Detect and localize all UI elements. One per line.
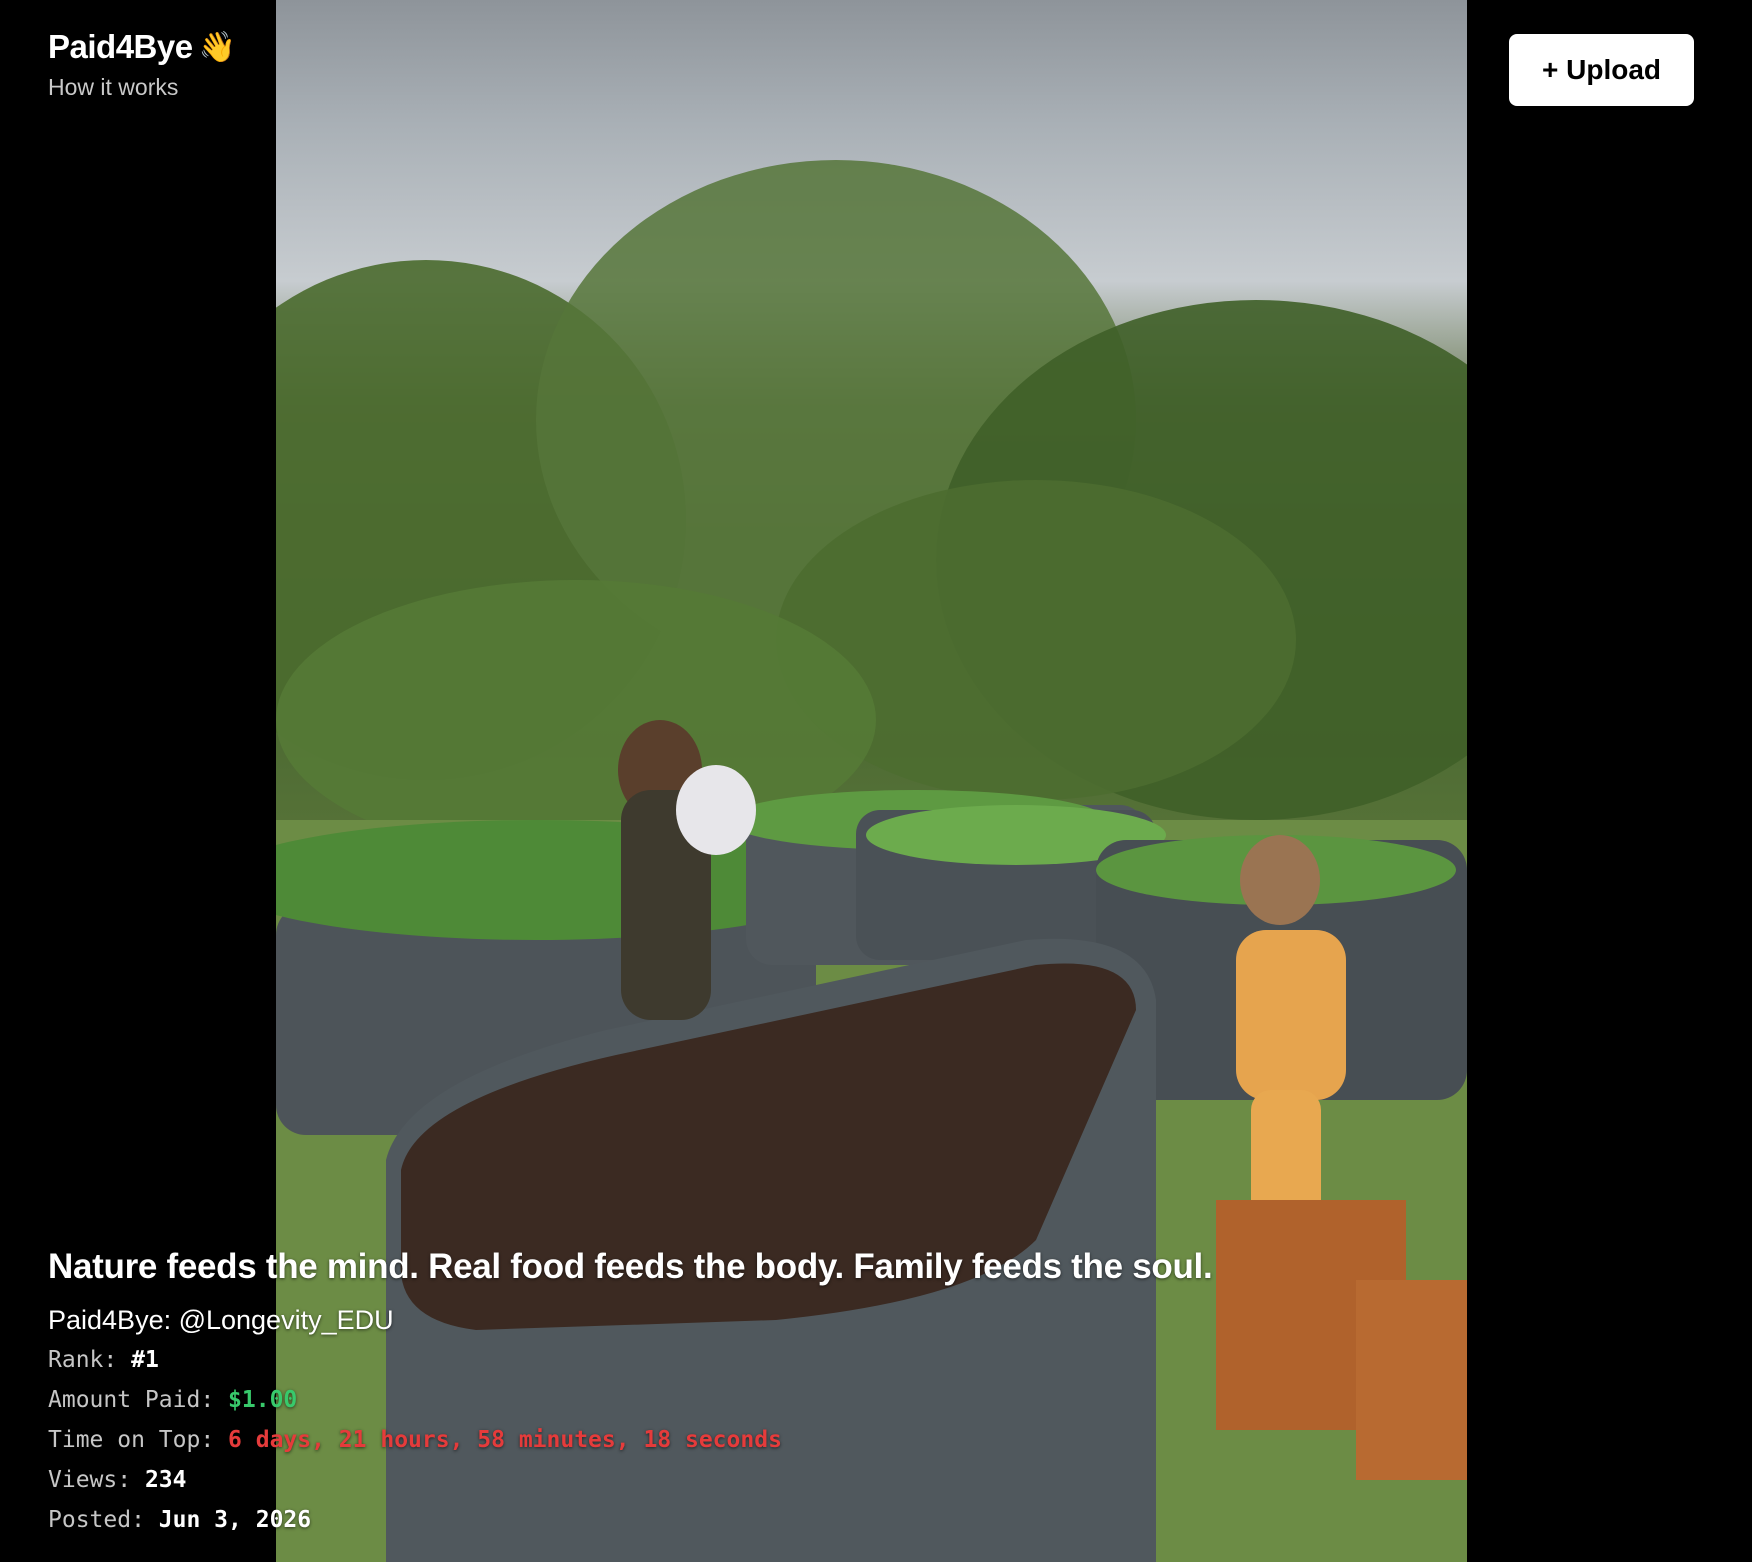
brand-header: Paid4Bye 👋 How it works: [48, 28, 236, 101]
rank-label: Rank:: [48, 1347, 118, 1373]
time-on-top-stat: Time on Top: 6 days, 21 hours, 58 minute…: [48, 1420, 1428, 1460]
time-value: 6 days, 21 hours, 58 minutes, 18 seconds: [228, 1427, 782, 1453]
brand-logo[interactable]: Paid4Bye 👋: [48, 28, 236, 66]
time-label: Time on Top:: [48, 1427, 215, 1453]
posted-label: Posted:: [48, 1507, 145, 1533]
post-author: Paid4Bye: @Longevity_EDU: [48, 1305, 394, 1335]
rank-value: #1: [131, 1347, 159, 1373]
waving-hand-icon: 👋: [198, 30, 236, 64]
upload-button[interactable]: + Upload: [1509, 34, 1694, 106]
amount-value: $1.00: [228, 1387, 298, 1413]
amount-stat: Amount Paid: $1.00: [48, 1380, 1428, 1420]
views-stat: Views: 234: [48, 1460, 1428, 1500]
post-info: Nature feeds the mind. Real food feeds t…: [48, 1244, 1428, 1540]
posted-stat: Posted: Jun 3, 2026: [48, 1500, 1428, 1540]
posted-value: Jun 3, 2026: [158, 1507, 312, 1533]
views-label: Views:: [48, 1467, 132, 1493]
post-caption: Nature feeds the mind. Real food feeds t…: [48, 1247, 1213, 1286]
amount-label: Amount Paid:: [48, 1387, 215, 1413]
views-value: 234: [144, 1467, 187, 1493]
brand-title: Paid4Bye: [48, 28, 193, 65]
rank-stat: Rank: #1: [48, 1340, 1428, 1380]
how-it-works-link[interactable]: How it works: [48, 74, 235, 101]
